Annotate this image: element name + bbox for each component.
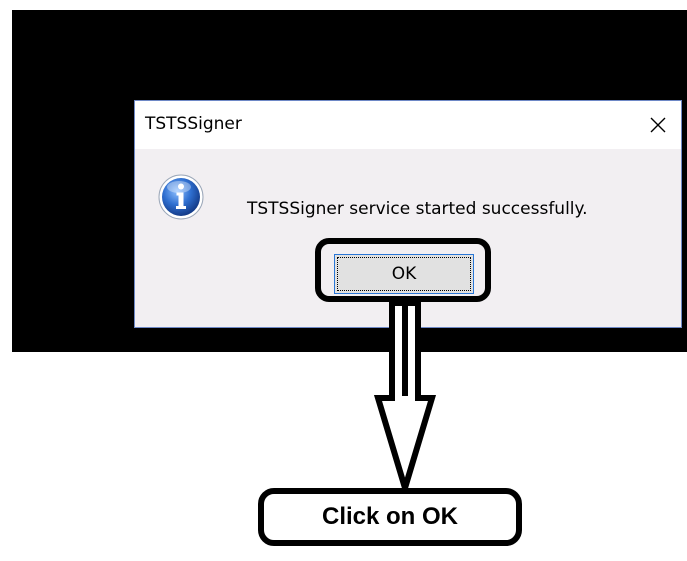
ok-button[interactable]: OK: [334, 254, 474, 294]
dialog-titlebar: TSTSSigner: [135, 101, 681, 149]
dialog-title: TSTSSigner: [145, 114, 242, 134]
instruction-callout: Click on OK: [258, 488, 522, 546]
down-arrow-icon: [373, 300, 437, 496]
dialog-message: TSTSSigner service started successfully.: [247, 199, 588, 219]
close-button[interactable]: [635, 101, 681, 149]
instruction-text: Click on OK: [321, 503, 459, 530]
close-icon: [650, 117, 666, 133]
info-icon: [158, 174, 204, 220]
